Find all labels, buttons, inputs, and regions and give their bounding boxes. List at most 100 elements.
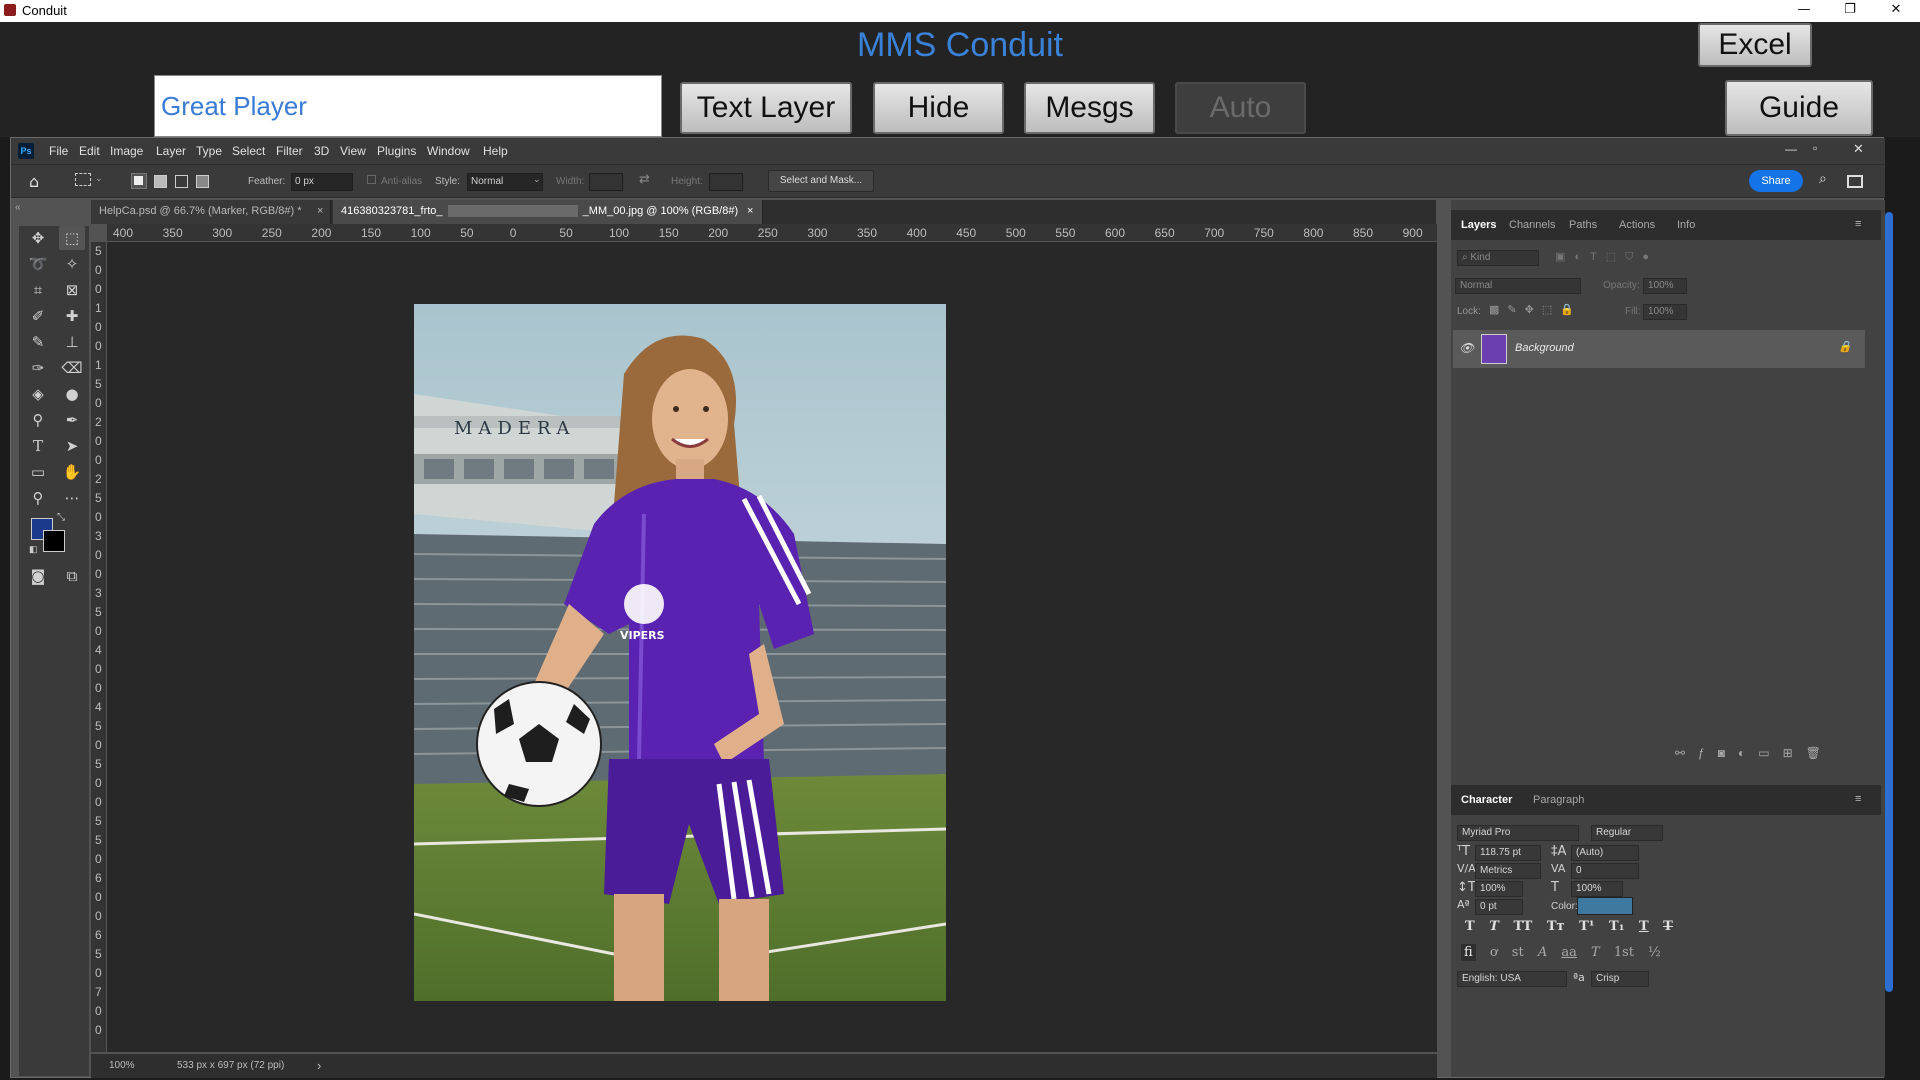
width-input[interactable]: [589, 173, 623, 191]
hand-tool-icon[interactable]: ✋: [59, 460, 85, 484]
leading-input[interactable]: (Auto): [1571, 845, 1639, 861]
kerning-select[interactable]: Metrics: [1475, 863, 1541, 879]
menu-3d[interactable]: 3D: [314, 144, 329, 158]
magic-wand-tool-icon[interactable]: ✧: [59, 252, 85, 276]
menu-select[interactable]: Select: [232, 144, 265, 158]
collapse-tools-icon[interactable]: «: [15, 202, 21, 213]
horizontal-scale-input[interactable]: 100%: [1571, 881, 1623, 897]
guide-button[interactable]: Guide: [1725, 80, 1873, 136]
language-select[interactable]: English: USA: [1457, 971, 1567, 987]
path-selection-tool-icon[interactable]: ➤: [59, 434, 85, 458]
menu-file[interactable]: File: [49, 144, 68, 158]
tab-actions[interactable]: Actions: [1619, 219, 1655, 231]
menu-view[interactable]: View: [340, 144, 366, 158]
background-color-swatch[interactable]: [43, 530, 65, 552]
menu-layer[interactable]: Layer: [156, 144, 186, 158]
ps-minimize-icon[interactable]: —: [1785, 142, 1797, 156]
home-icon[interactable]: ⌂: [29, 172, 39, 191]
font-size-input[interactable]: 118.75 pt: [1475, 845, 1541, 861]
ps-restore-icon[interactable]: ▫: [1813, 141, 1817, 155]
workspace-icon[interactable]: [1847, 175, 1863, 188]
pen-tool-icon[interactable]: ✒: [59, 408, 85, 432]
close-button[interactable]: ✕: [1876, 0, 1916, 22]
tab-active-photo[interactable]: 416380323781_frto_ _MM_00.jpg @ 100% (RG…: [333, 200, 763, 224]
eyedropper-tool-icon[interactable]: ✐: [25, 304, 51, 328]
minimize-button[interactable]: —: [1784, 0, 1824, 22]
add-selection-icon[interactable]: [154, 175, 167, 188]
tab-character[interactable]: Character: [1461, 794, 1512, 806]
baseline-shift-input[interactable]: 0 pt: [1475, 899, 1523, 915]
mesgs-button[interactable]: Mesgs: [1024, 82, 1155, 134]
opentype-buttons[interactable]: fi ơ st A aa T 1st ½: [1461, 944, 1661, 961]
default-colors-icon[interactable]: ◧: [29, 544, 38, 555]
select-and-mask-button[interactable]: Select and Mask...: [768, 170, 874, 192]
frame-tool-icon[interactable]: ⊠: [59, 278, 85, 302]
search-icon[interactable]: ⌕: [1819, 171, 1827, 187]
ps-close-icon[interactable]: ✕: [1853, 141, 1864, 157]
font-style-select[interactable]: Regular: [1591, 825, 1663, 841]
layer-filter-icons[interactable]: ▣◐T⬚⛉●: [1555, 250, 1658, 264]
lock-icons[interactable]: ▩✎✥⬚🔒: [1489, 303, 1582, 316]
text-color-swatch[interactable]: [1577, 897, 1633, 915]
menu-window[interactable]: Window: [427, 144, 470, 158]
gradient-tool-icon[interactable]: ◈: [25, 382, 51, 406]
marquee-tool-icon[interactable]: ⬚: [59, 226, 85, 250]
status-arrow-icon[interactable]: ›: [317, 1058, 321, 1073]
quick-mask-icon[interactable]: ◙: [25, 564, 51, 588]
share-button[interactable]: Share: [1749, 170, 1803, 192]
feather-input[interactable]: 0 px: [291, 173, 353, 191]
subtract-selection-icon[interactable]: [175, 175, 188, 188]
tab-paths[interactable]: Paths: [1569, 219, 1597, 231]
menu-help[interactable]: Help: [483, 144, 508, 158]
font-family-select[interactable]: Myriad Pro: [1457, 825, 1579, 841]
healing-brush-tool-icon[interactable]: ✚: [59, 304, 85, 328]
stamp-tool-icon[interactable]: ⊥: [59, 330, 85, 354]
more-tools-icon[interactable]: ⋯: [59, 486, 85, 510]
scroll-indicator[interactable]: [1885, 212, 1893, 992]
antialias-checkbox[interactable]: [367, 175, 376, 184]
excel-button[interactable]: Excel: [1698, 23, 1812, 67]
eraser-tool-icon[interactable]: ⌫: [59, 356, 85, 380]
panel-menu-icon[interactable]: ≡: [1855, 218, 1861, 230]
marquee-preset-icon[interactable]: [75, 173, 91, 186]
tab-helpca[interactable]: HelpCa.psd @ 66.7% (Marker, RGB/8#) * ×: [91, 200, 331, 224]
character-menu-icon[interactable]: ≡: [1855, 793, 1861, 805]
restore-button[interactable]: ❐: [1830, 0, 1870, 22]
tab-close-icon[interactable]: ×: [747, 205, 753, 217]
rectangle-tool-icon[interactable]: ▭: [25, 460, 51, 484]
tab-channels[interactable]: Channels: [1509, 219, 1555, 231]
type-tool-icon[interactable]: T: [25, 434, 51, 458]
player-name-input[interactable]: [154, 75, 662, 137]
layer-row-background[interactable]: 👁 Background 🔒: [1453, 330, 1865, 368]
layer-filter-kind[interactable]: ⌕ Kind: [1457, 250, 1539, 266]
intersect-selection-icon[interactable]: [196, 175, 209, 188]
tab-layers[interactable]: Layers: [1461, 219, 1496, 231]
menu-edit[interactable]: Edit: [79, 144, 100, 158]
swap-icon[interactable]: ⇄: [639, 172, 650, 187]
menu-type[interactable]: Type: [196, 144, 222, 158]
layer-actions-icons[interactable]: ⚯ƒ◙◐▭⊞🗑: [1675, 746, 1834, 760]
brush-tool-icon[interactable]: ✎: [25, 330, 51, 354]
type-style-buttons[interactable]: T T TT Tт T¹ T₁ T T: [1465, 919, 1673, 934]
blend-mode-select[interactable]: Normal: [1455, 278, 1581, 294]
tab-info[interactable]: Info: [1677, 219, 1695, 231]
fill-input[interactable]: 100%: [1643, 304, 1687, 320]
menu-plugins[interactable]: Plugins: [377, 144, 416, 158]
blur-tool-icon[interactable]: ●: [59, 382, 85, 406]
zoom-level[interactable]: 100%: [109, 1060, 135, 1071]
vertical-scale-input[interactable]: 100%: [1475, 881, 1523, 897]
history-brush-tool-icon[interactable]: ✑: [25, 356, 51, 380]
opacity-input[interactable]: 100%: [1643, 278, 1687, 294]
document-photo[interactable]: MADERA VIPERS: [414, 304, 946, 1001]
eye-visibility-icon[interactable]: 👁: [1459, 341, 1474, 355]
style-select[interactable]: Normal: [467, 173, 543, 191]
text-layer-button[interactable]: Text Layer: [680, 82, 852, 134]
swap-colors-icon[interactable]: ⤡: [57, 512, 65, 523]
tab-close-icon[interactable]: ×: [317, 205, 323, 217]
move-tool-icon[interactable]: ✥: [25, 226, 51, 250]
hide-button[interactable]: Hide: [873, 82, 1004, 134]
dodge-tool-icon[interactable]: ⚲: [25, 408, 51, 432]
antialias-select[interactable]: Crisp: [1591, 971, 1649, 987]
menu-image[interactable]: Image: [110, 144, 143, 158]
zoom-tool-icon[interactable]: ⚲: [25, 486, 51, 510]
